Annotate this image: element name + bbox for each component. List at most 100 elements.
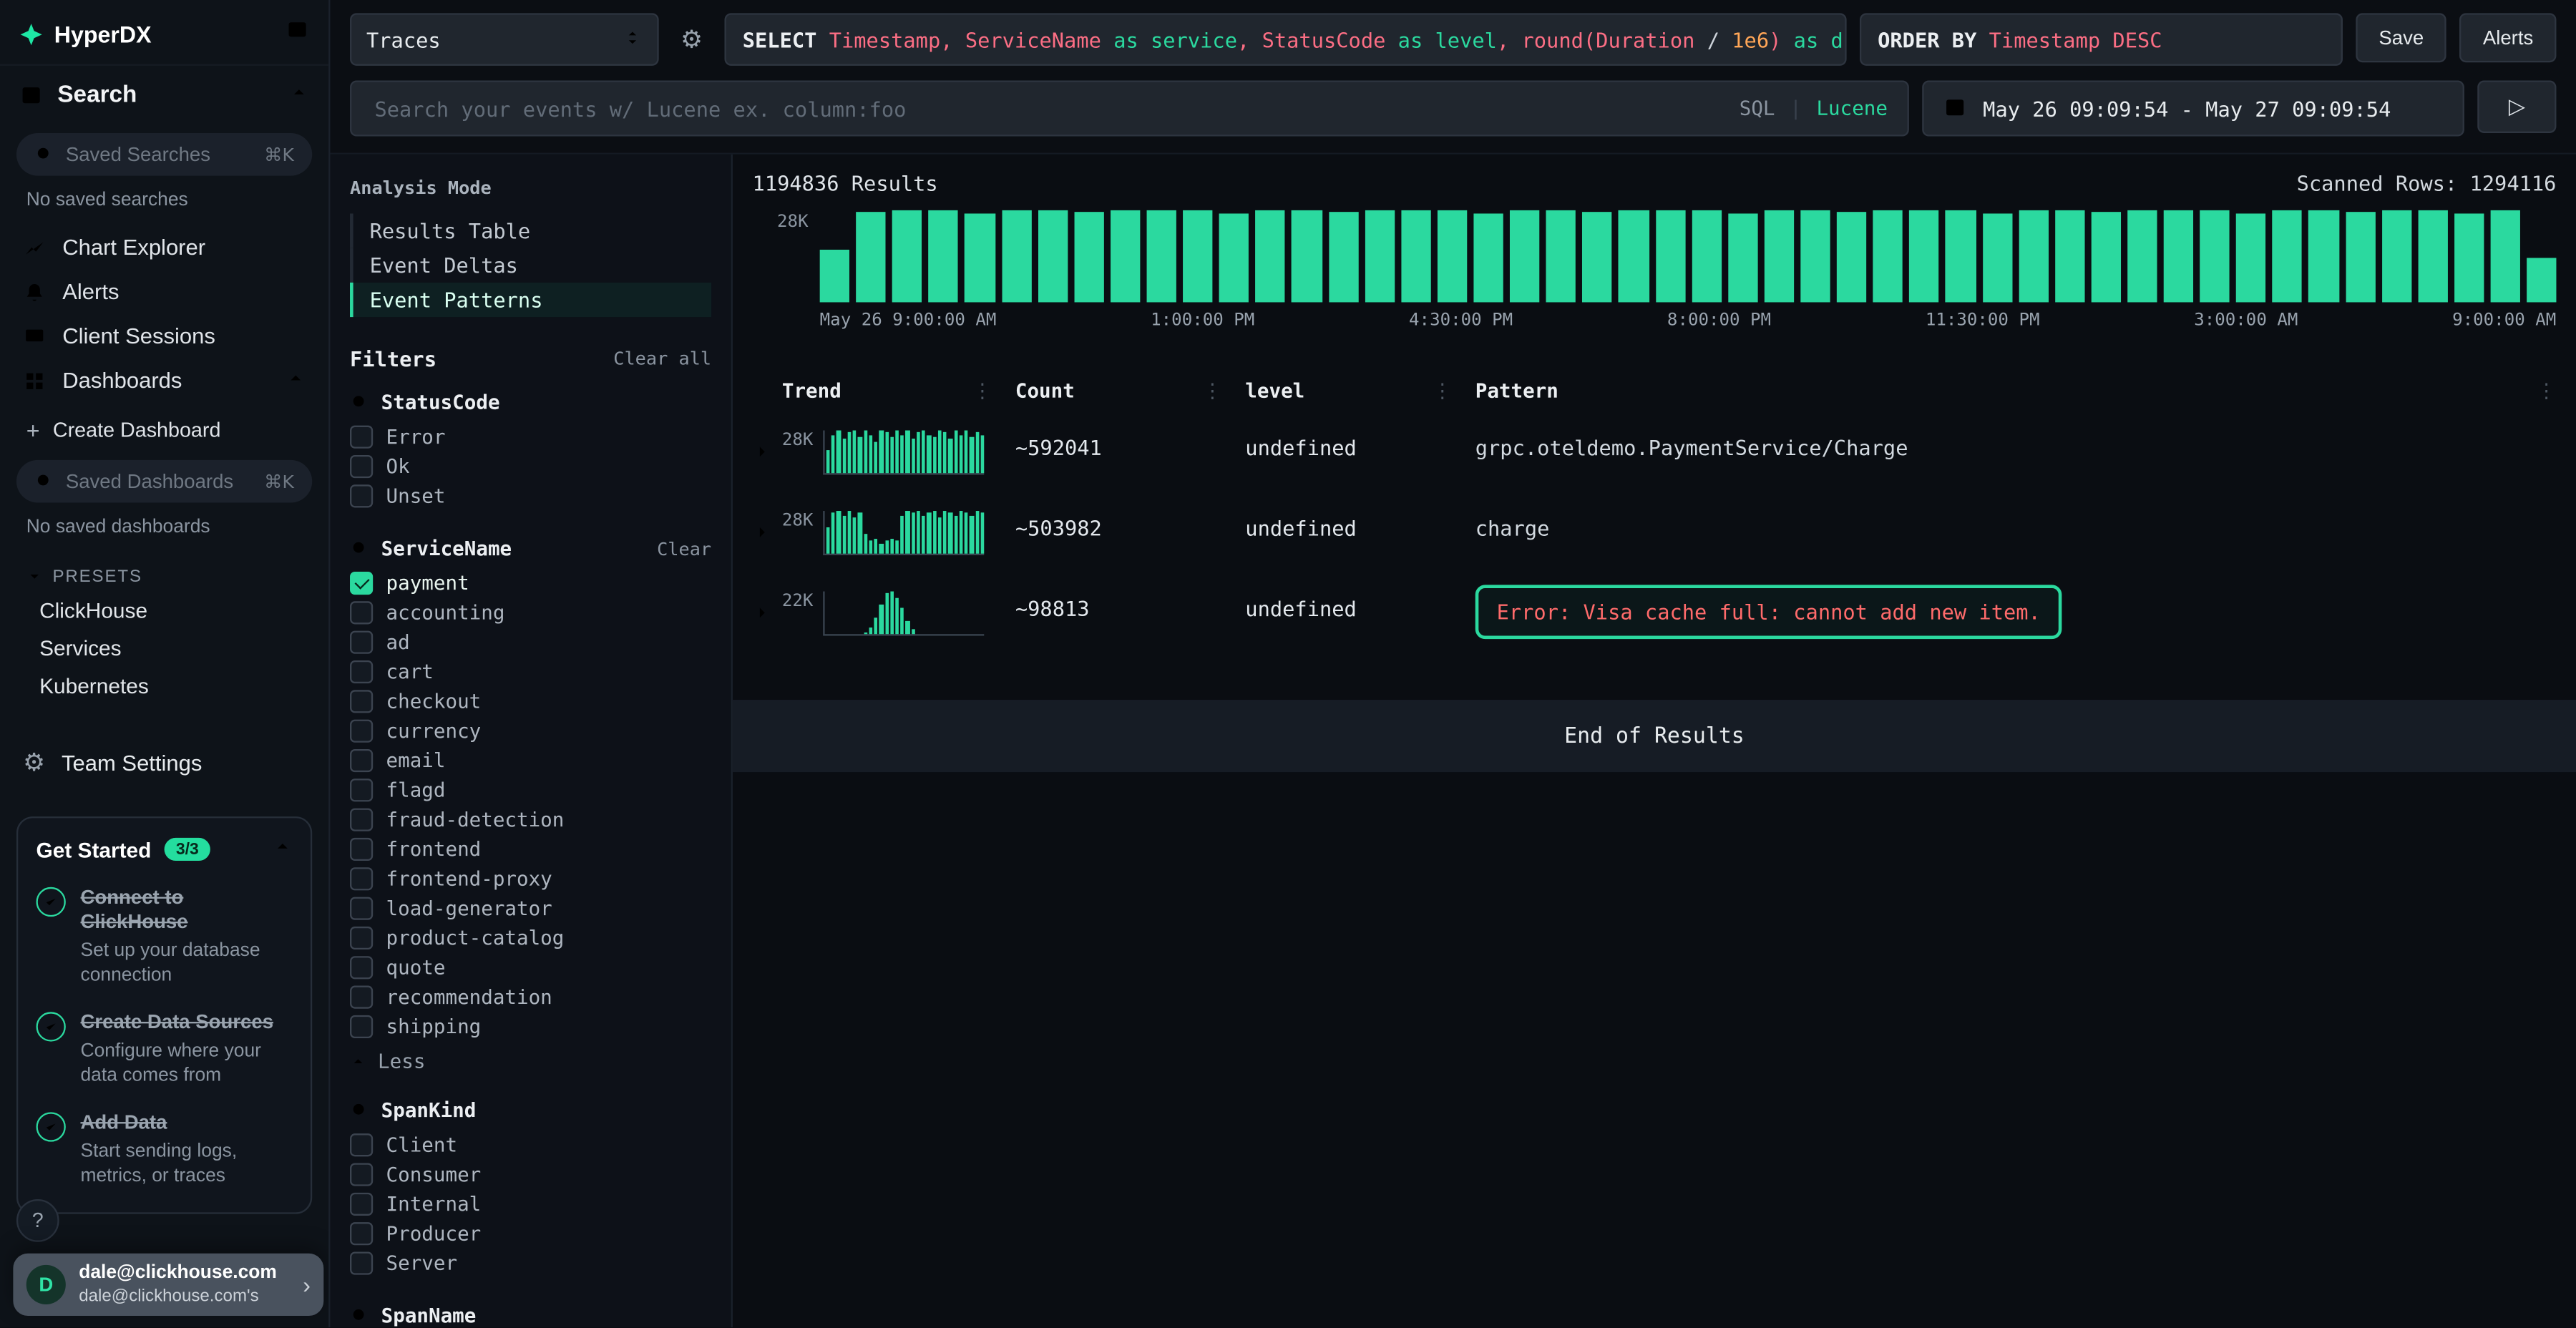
checkbox[interactable] (350, 572, 373, 595)
checkbox[interactable] (350, 986, 373, 1009)
expand-row-chevron-icon[interactable] (753, 592, 782, 630)
checkbox[interactable] (350, 927, 373, 949)
expand-row-chevron-icon[interactable] (753, 511, 782, 549)
clear-group-button[interactable]: Clear (657, 538, 711, 560)
sidebar-section-search[interactable]: Search (0, 64, 328, 125)
alerts-button[interactable]: Alerts (2460, 13, 2557, 62)
checkbox[interactable] (350, 484, 373, 507)
lucene-mode-toggle[interactable]: Lucene (1816, 97, 1888, 119)
sidebar-collapse-button[interactable] (286, 18, 308, 49)
filter-option-shipping[interactable]: shipping (350, 1012, 711, 1041)
preset-clickhouse[interactable]: ClickHouse (0, 592, 328, 630)
checkbox[interactable] (350, 897, 373, 920)
checkbox[interactable] (350, 660, 373, 683)
column-menu-icon[interactable]: ⋮ (972, 379, 1015, 402)
checkbox[interactable] (350, 1251, 373, 1274)
checkbox[interactable] (350, 956, 373, 979)
histogram-bars[interactable] (820, 210, 2557, 303)
filter-option-Consumer[interactable]: Consumer (350, 1160, 711, 1189)
filter-option-payment[interactable]: payment (350, 568, 711, 597)
filter-option-recommendation[interactable]: recommendation (350, 982, 711, 1012)
checkbox[interactable] (350, 720, 373, 743)
create-dashboard-button[interactable]: + Create Dashboard (0, 403, 328, 452)
pattern-row[interactable]: 28K ~592041 undefined grpc.oteldemo.Paym… (753, 416, 2557, 497)
get-started-step[interactable]: Connect to ClickHouse Set up your databa… (36, 886, 293, 989)
column-header-trend[interactable]: Trend ⋮ (782, 379, 1015, 402)
help-button[interactable]: ? (16, 1199, 59, 1242)
checkbox[interactable] (350, 749, 373, 772)
sidebar-item-chart-explorer[interactable]: Chart Explorer (0, 225, 328, 270)
mode-results-table[interactable]: Results Table (350, 213, 711, 248)
checkbox[interactable] (350, 1163, 373, 1186)
filter-option-Ok[interactable]: Ok (350, 451, 711, 481)
search-input[interactable] (371, 94, 1723, 122)
sidebar-item-alerts[interactable]: Alerts (0, 270, 328, 314)
checkbox[interactable] (350, 601, 373, 624)
filter-option-Unset[interactable]: Unset (350, 482, 711, 511)
checkbox[interactable] (350, 1193, 373, 1216)
presets-toggle[interactable]: PRESETS (0, 552, 328, 591)
sidebar-item-client-sessions[interactable]: Client Sessions (0, 314, 328, 358)
filter-option-product-catalog[interactable]: product-catalog (350, 923, 711, 952)
run-query-button[interactable]: ▷ (2477, 81, 2556, 133)
saved-searches-input[interactable]: Saved Searches ⌘K (16, 133, 312, 176)
column-header-level[interactable]: level ⋮ (1245, 379, 1475, 402)
column-menu-icon[interactable]: ⋮ (1433, 379, 1475, 402)
pattern-row[interactable]: 28K ~503982 undefined charge (753, 496, 2557, 577)
preset-services[interactable]: Services (0, 629, 328, 667)
checkbox[interactable] (350, 1222, 373, 1245)
save-button[interactable]: Save (2356, 13, 2446, 62)
filter-option-Internal[interactable]: Internal (350, 1189, 711, 1219)
filter-option-Producer[interactable]: Producer (350, 1219, 711, 1249)
date-range-picker[interactable]: May 26 09:09:54 - May 27 09:09:54 (1922, 81, 2464, 137)
checkbox[interactable] (350, 690, 373, 713)
checkbox[interactable] (350, 778, 373, 801)
clear-all-button[interactable]: Clear all (613, 348, 711, 370)
checkbox[interactable] (350, 809, 373, 831)
filter-option-load-generator[interactable]: load-generator (350, 894, 711, 923)
pattern-cell[interactable]: grpc.oteldemo.PaymentService/Charge (1475, 431, 2520, 460)
mode-event-deltas[interactable]: Event Deltas (350, 248, 711, 283)
order-by-editor[interactable]: ORDER BY Timestamp DESC (1860, 13, 2343, 65)
filter-option-ad[interactable]: ad (350, 628, 711, 657)
checkbox[interactable] (350, 631, 373, 654)
checkbox[interactable] (350, 426, 373, 449)
filter-option-cart[interactable]: cart (350, 657, 711, 686)
source-select[interactable]: Traces (350, 13, 659, 65)
checkbox[interactable] (350, 1015, 373, 1038)
checkbox[interactable] (350, 1133, 373, 1156)
filter-option-fraud-detection[interactable]: fraud-detection (350, 805, 711, 834)
pattern-cell-highlighted[interactable]: Error: Visa cache full: cannot add new i… (1475, 585, 2062, 639)
column-header-pattern[interactable]: Pattern (1475, 379, 2520, 402)
pattern-cell[interactable]: charge (1475, 511, 2520, 540)
sidebar-item-team-settings[interactable]: ⚙ Team Settings (0, 731, 328, 794)
user-menu[interactable]: D dale@clickhouse.com dale@clickhouse.co… (13, 1254, 323, 1316)
filter-option-Client[interactable]: Client (350, 1131, 711, 1160)
pattern-row[interactable]: 22K ~98813 undefined Error: Visa cache f… (753, 577, 2557, 660)
show-less-toggle[interactable]: Less (350, 1050, 711, 1073)
preset-kubernetes[interactable]: Kubernetes (0, 667, 328, 705)
filter-option-checkout[interactable]: checkout (350, 687, 711, 716)
column-menu-icon[interactable]: ⋮ (1203, 379, 1246, 402)
source-settings-button[interactable]: ⚙ (672, 13, 711, 65)
column-header-count[interactable]: Count ⋮ (1015, 379, 1245, 402)
filter-option-quote[interactable]: quote (350, 953, 711, 982)
filter-option-currency[interactable]: currency (350, 716, 711, 746)
filter-option-email[interactable]: email (350, 746, 711, 775)
table-menu-icon[interactable]: ⋮ (2520, 379, 2557, 402)
sql-query-editor[interactable]: SELECT Timestamp, ServiceName as service… (725, 13, 1847, 65)
get-started-header[interactable]: Get Started 3/3 (36, 834, 293, 864)
sql-mode-toggle[interactable]: SQL (1740, 97, 1775, 119)
mode-event-patterns[interactable]: Event Patterns (350, 283, 711, 317)
filter-option-Server[interactable]: Server (350, 1249, 711, 1278)
filter-option-frontend-proxy[interactable]: frontend-proxy (350, 864, 711, 894)
filter-option-flagd[interactable]: flagd (350, 776, 711, 805)
filter-option-Error[interactable]: Error (350, 422, 711, 451)
get-started-step[interactable]: Create Data Sources Configure where your… (36, 1010, 293, 1089)
filter-option-accounting[interactable]: accounting (350, 598, 711, 628)
filter-option-frontend[interactable]: frontend (350, 834, 711, 864)
checkbox[interactable] (350, 455, 373, 478)
sidebar-item-dashboards[interactable]: Dashboards (0, 358, 328, 403)
checkbox[interactable] (350, 838, 373, 861)
get-started-step[interactable]: Add Data Start sending logs, metrics, or… (36, 1110, 293, 1188)
